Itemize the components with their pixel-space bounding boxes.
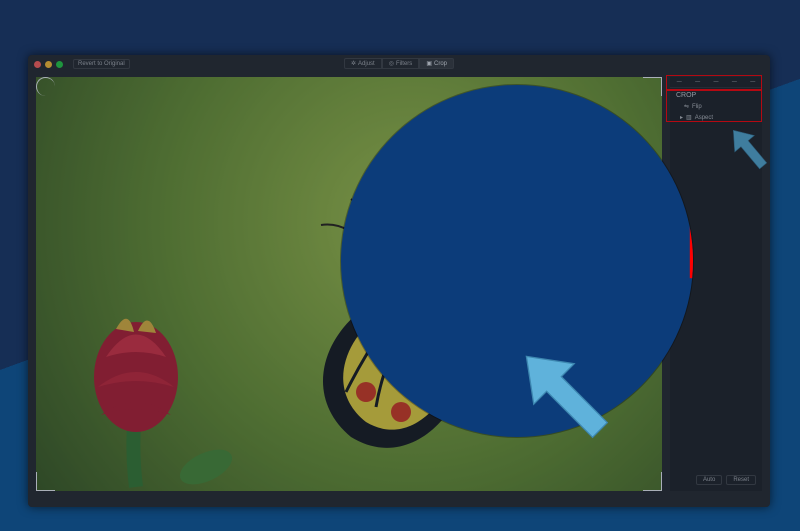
magnifier-circle: ⓘ ☺ ♡ ⟲ ✧ Done CROP Flip Aspect bbox=[341, 85, 693, 437]
crop-handle-br[interactable] bbox=[643, 472, 662, 491]
aspect-icon: ▥ bbox=[686, 114, 692, 121]
filters-icon: ◎ bbox=[389, 60, 394, 67]
auto-button[interactable]: Auto bbox=[696, 475, 722, 485]
rp-tab-3[interactable]: — bbox=[713, 79, 718, 85]
flip-row[interactable]: ⇋Flip bbox=[670, 101, 762, 112]
titlebar: Revert to Original ✲Adjust ◎Filters ▣Cro… bbox=[28, 55, 770, 73]
adjust-icon: ✲ bbox=[351, 60, 356, 67]
aspect-row[interactable]: ▸▥Aspect bbox=[670, 112, 762, 123]
crop-handle-tl[interactable] bbox=[36, 77, 55, 96]
crop-handle-bl[interactable] bbox=[36, 472, 55, 491]
traffic-light-zoom[interactable] bbox=[56, 61, 63, 68]
revert-button[interactable]: Revert to Original bbox=[73, 59, 130, 69]
crop-icon: ▣ bbox=[426, 60, 432, 67]
traffic-light-minimize[interactable] bbox=[45, 61, 52, 68]
tab-crop[interactable]: ▣Crop bbox=[419, 58, 454, 69]
crop-section-header: CROP bbox=[670, 88, 762, 101]
tab-adjust[interactable]: ✲Adjust bbox=[344, 58, 382, 69]
rp-tab-1[interactable]: — bbox=[677, 79, 682, 85]
rp-tab-4[interactable]: — bbox=[732, 79, 737, 85]
reset-button[interactable]: Reset bbox=[726, 475, 756, 485]
edit-mode-segmented: ✲Adjust ◎Filters ▣Crop bbox=[344, 58, 454, 69]
right-panel-tabs: — — — — — bbox=[670, 77, 762, 88]
rp-tab-5[interactable]: — bbox=[750, 79, 755, 85]
disclosure-triangle-icon: ▸ bbox=[680, 114, 683, 121]
rp-tab-2[interactable]: — bbox=[695, 79, 700, 85]
crop-handle-tr[interactable] bbox=[643, 77, 662, 96]
flip-icon: ⇋ bbox=[684, 103, 689, 110]
traffic-light-close[interactable] bbox=[34, 61, 41, 68]
tab-filters[interactable]: ◎Filters bbox=[382, 58, 420, 69]
